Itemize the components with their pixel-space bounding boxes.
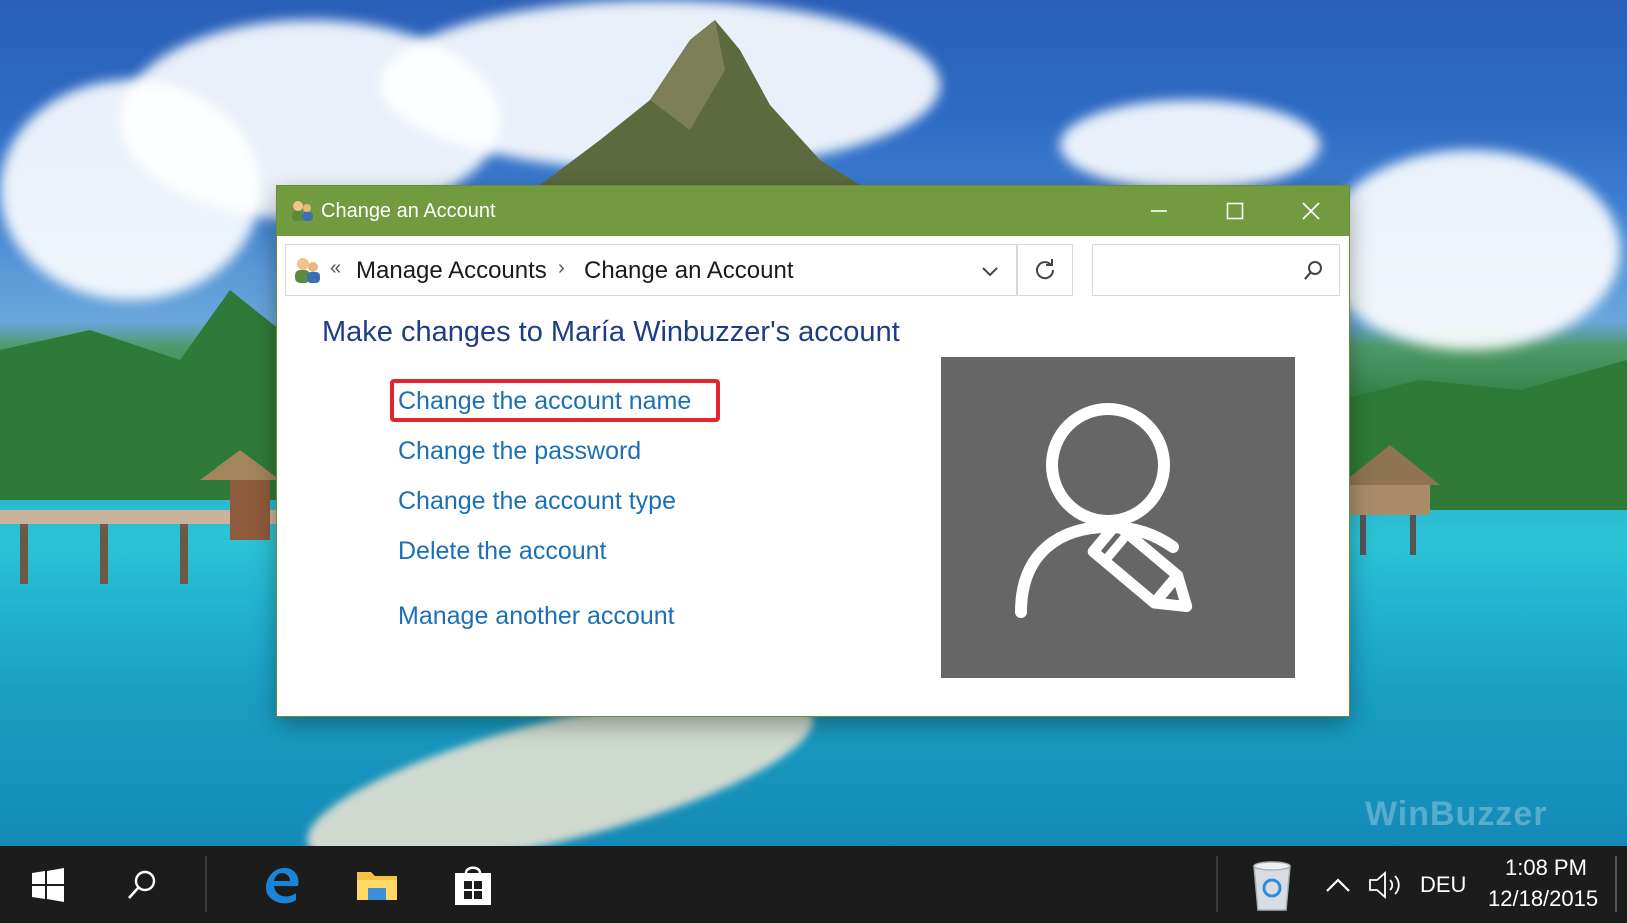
edge-button[interactable] [250, 846, 312, 923]
show-hidden-icons-button[interactable] [1318, 846, 1358, 923]
user-edit-icon [1015, 403, 1193, 618]
edge-icon [266, 867, 299, 903]
breadcrumb-separator[interactable]: › [558, 257, 565, 280]
volume-button[interactable] [1364, 846, 1408, 923]
clock-time[interactable]: 1:08 PM [1505, 855, 1587, 881]
taskbar-separator [205, 856, 207, 912]
refresh-icon [1036, 259, 1055, 280]
watermark-text: WinBuzzer [1365, 795, 1548, 833]
title-bar[interactable]: Change an Account [277, 186, 1349, 236]
search-icon [128, 870, 156, 899]
show-desktop-button[interactable] [1615, 856, 1617, 912]
user-accounts-icon [295, 258, 320, 283]
mountain-peak [540, 20, 860, 185]
recycle-bin-button[interactable] [1244, 846, 1300, 923]
change-account-window: Change an Account « Manage Accounts › Ch… [277, 186, 1349, 716]
delete-account-link[interactable]: Delete the account [398, 537, 606, 566]
address-bar[interactable]: « Manage Accounts › Change an Account [285, 244, 1017, 296]
user-accounts-icon [292, 201, 313, 221]
minimize-icon [1151, 210, 1167, 212]
start-icon [32, 867, 64, 902]
page-heading: Make changes to María Winbuzzer's accoun… [322, 316, 900, 348]
breadcrumb-overflow-chevron[interactable]: « [330, 257, 341, 280]
overwater-pier [0, 450, 280, 584]
cloud [1320, 150, 1620, 350]
taskbar: DEU 1:08 PM 12/18/2015 [0, 846, 1627, 923]
volume-icon [1369, 870, 1400, 899]
refresh-button[interactable] [1017, 244, 1073, 296]
close-icon [1302, 202, 1320, 220]
store-icon [455, 866, 491, 905]
chevron-up-icon [1326, 877, 1350, 892]
cloud [0, 80, 260, 300]
close-button[interactable] [1273, 186, 1349, 236]
account-picture [941, 357, 1295, 678]
taskbar-search-button[interactable] [114, 846, 170, 923]
maximize-icon [1226, 202, 1244, 220]
start-button[interactable] [20, 846, 76, 923]
clock-date[interactable]: 12/18/2015 [1488, 886, 1598, 912]
file-explorer-icon [357, 871, 397, 900]
taskbar-separator [1216, 856, 1218, 912]
chevron-down-icon[interactable] [978, 259, 1002, 283]
change-password-link[interactable]: Change the password [398, 437, 641, 466]
manage-another-account-link[interactable]: Manage another account [398, 602, 675, 631]
breadcrumb-change-an-account[interactable]: Change an Account [584, 257, 794, 285]
change-account-name-link[interactable]: Change the account name [398, 387, 691, 416]
search-box[interactable] [1092, 244, 1340, 296]
input-language-indicator[interactable]: DEU [1420, 872, 1466, 898]
breadcrumb-manage-accounts[interactable]: Manage Accounts [356, 257, 547, 285]
minimize-button[interactable] [1121, 186, 1197, 236]
cloud [1060, 100, 1320, 190]
overwater-bungalow [1340, 445, 1440, 555]
navigation-row: « Manage Accounts › Change an Account [277, 236, 1349, 298]
window-title: Change an Account [321, 200, 496, 222]
maximize-button[interactable] [1197, 186, 1273, 236]
recycle-bin-icon [1253, 860, 1291, 911]
file-explorer-button[interactable] [346, 846, 408, 923]
change-account-type-link[interactable]: Change the account type [398, 487, 676, 516]
store-button[interactable] [442, 846, 504, 923]
search-icon[interactable] [1303, 259, 1325, 281]
